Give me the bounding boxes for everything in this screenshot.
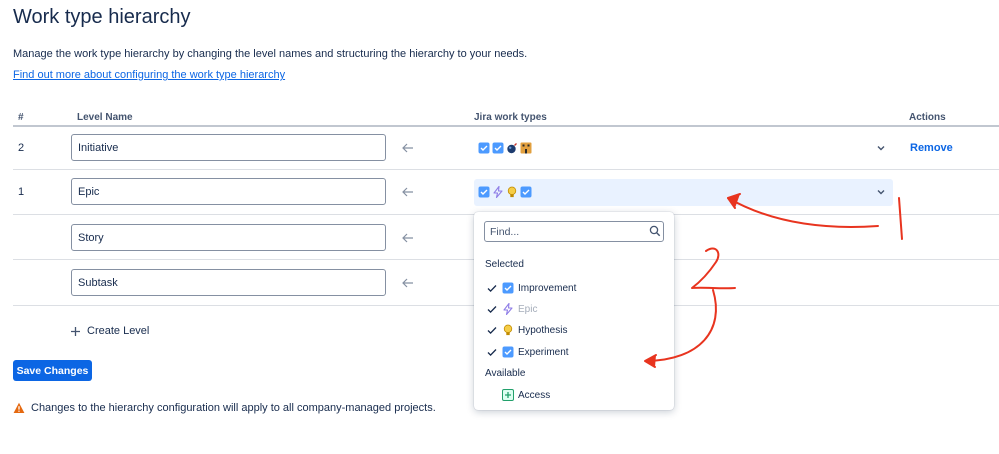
task-icon [502,282,514,294]
task-icon [478,186,490,198]
arrow-left-icon [402,187,413,197]
search-icon [649,225,661,237]
work-type-icons [478,140,532,156]
option-epic: Epic [486,302,537,316]
bomb-icon [507,143,517,154]
selected-section-label: Selected [485,259,524,270]
find-input[interactable] [484,221,664,242]
level-name-input[interactable] [71,178,386,205]
help-link[interactable]: Find out more about configuring the work… [13,69,285,81]
work-type-icons [478,184,532,200]
option-label: Experiment [518,346,569,358]
option-improvement[interactable]: Improvement [486,281,576,295]
option-hypothesis[interactable]: Hypothesis [486,323,567,337]
annotation-mark-1 [898,197,903,240]
col-header-actions: Actions [909,112,946,123]
row-divider [13,169,999,170]
arrow-left-icon [402,233,413,243]
bulb-icon [503,324,513,336]
save-changes-button[interactable]: Save Changes [13,360,92,381]
remove-button[interactable]: Remove [910,142,953,154]
col-header-level-name: Level Name [77,112,133,123]
level-name-input[interactable] [71,269,386,296]
checkmark-icon [487,349,497,357]
warning-icon [13,402,25,413]
checkmark-icon [487,285,497,293]
task-icon [492,142,504,154]
warning-text: Changes to the hierarchy configuration w… [31,402,436,414]
create-level-button[interactable]: Create Level [70,325,149,337]
annotation-mark-2 [691,247,736,290]
header-divider [13,125,999,127]
task-icon [502,346,514,358]
task-icon [478,142,490,154]
arrow-left-icon [402,278,413,288]
row-number: 1 [18,186,25,198]
row-number: 2 [18,142,25,154]
col-header-num: # [18,112,24,123]
lightning-icon [493,186,503,198]
building-icon [520,142,532,154]
work-type-select[interactable] [474,179,893,206]
option-label: Improvement [518,282,577,294]
lightning-icon [503,303,513,315]
option-experiment[interactable]: Experiment [486,345,569,359]
page-title: Work type hierarchy [13,6,191,28]
level-name-input[interactable] [71,224,386,251]
option-label: Epic [518,303,538,315]
option-label: Hypothesis [518,324,568,336]
work-type-dropdown: Selected Improvement Epic Hypothesis Exp… [474,212,674,410]
plus-square-icon [502,389,514,401]
checkmark-icon [487,306,497,314]
level-name-input[interactable] [71,134,386,161]
arrow-left-icon [402,143,413,153]
col-header-jira-types: Jira work types [474,112,547,123]
chevron-down-icon[interactable] [874,185,888,199]
warning-message: Changes to the hierarchy configuration w… [13,402,436,414]
available-section-label: Available [485,368,526,379]
task-icon [520,186,532,198]
checkmark-icon [487,327,497,335]
page-description: Manage the work type hierarchy by changi… [13,48,528,60]
chevron-down-icon[interactable] [874,141,888,155]
option-label: Access [518,389,551,401]
option-access[interactable]: Access [502,388,550,402]
plus-icon [71,326,80,336]
create-level-label: Create Level [87,325,150,337]
bulb-icon [507,186,517,198]
